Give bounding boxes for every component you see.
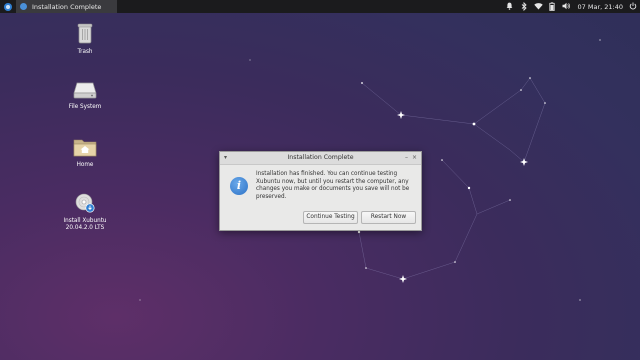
trash-icon (77, 23, 93, 44)
taskbar-window-title: Installation Complete (32, 2, 102, 11)
drive-icon (73, 82, 97, 99)
installer-disc-icon (75, 193, 95, 213)
installation-complete-dialog: ▾ Installation Complete – × i Installati… (219, 151, 422, 231)
xubuntu-logo-icon (4, 2, 12, 11)
restart-now-button[interactable]: Restart Now (361, 211, 416, 224)
window-app-icon (20, 3, 27, 10)
whisker-menu-button[interactable] (2, 0, 14, 13)
top-panel: Installation Complete 07 Mar, 21:40 (0, 0, 640, 13)
volume-icon[interactable] (562, 2, 570, 11)
desktop-icon-file-system[interactable]: File System (60, 81, 110, 111)
dialog-title: Installation Complete (287, 154, 354, 161)
desktop-icon-trash[interactable]: Trash (60, 22, 110, 56)
bluetooth-icon[interactable] (520, 1, 528, 12)
bell-icon[interactable] (506, 2, 514, 11)
battery-icon[interactable] (548, 2, 556, 11)
home-folder-icon (73, 139, 97, 157)
desktop-icon-install-xubuntu[interactable]: Install Xubuntu 20.04.2.0 LTS (60, 193, 110, 232)
close-icon[interactable]: × (412, 154, 417, 161)
desktop-icon-label: Trash (77, 49, 93, 55)
continue-testing-button[interactable]: Continue Testing (303, 211, 358, 224)
wifi-icon[interactable] (533, 2, 543, 11)
power-icon[interactable] (629, 2, 637, 11)
desktop-icon-label: Home (76, 162, 94, 168)
desktop-icon-label: Install Xubuntu 20.04.2.0 LTS (63, 218, 107, 231)
dialog-message: Installation has finished. You can conti… (256, 171, 410, 200)
info-icon: i (230, 177, 248, 195)
desktop-icon-label: File System (68, 104, 102, 110)
desktop-icon-home[interactable]: Home (60, 137, 110, 169)
dialog-titlebar[interactable]: ▾ Installation Complete – × (220, 152, 421, 165)
system-tray: 07 Mar, 21:40 (506, 0, 640, 13)
panel-clock[interactable]: 07 Mar, 21:40 (578, 3, 623, 11)
taskbar-window-button[interactable]: Installation Complete (16, 0, 117, 13)
minimize-icon[interactable]: – (405, 154, 408, 161)
